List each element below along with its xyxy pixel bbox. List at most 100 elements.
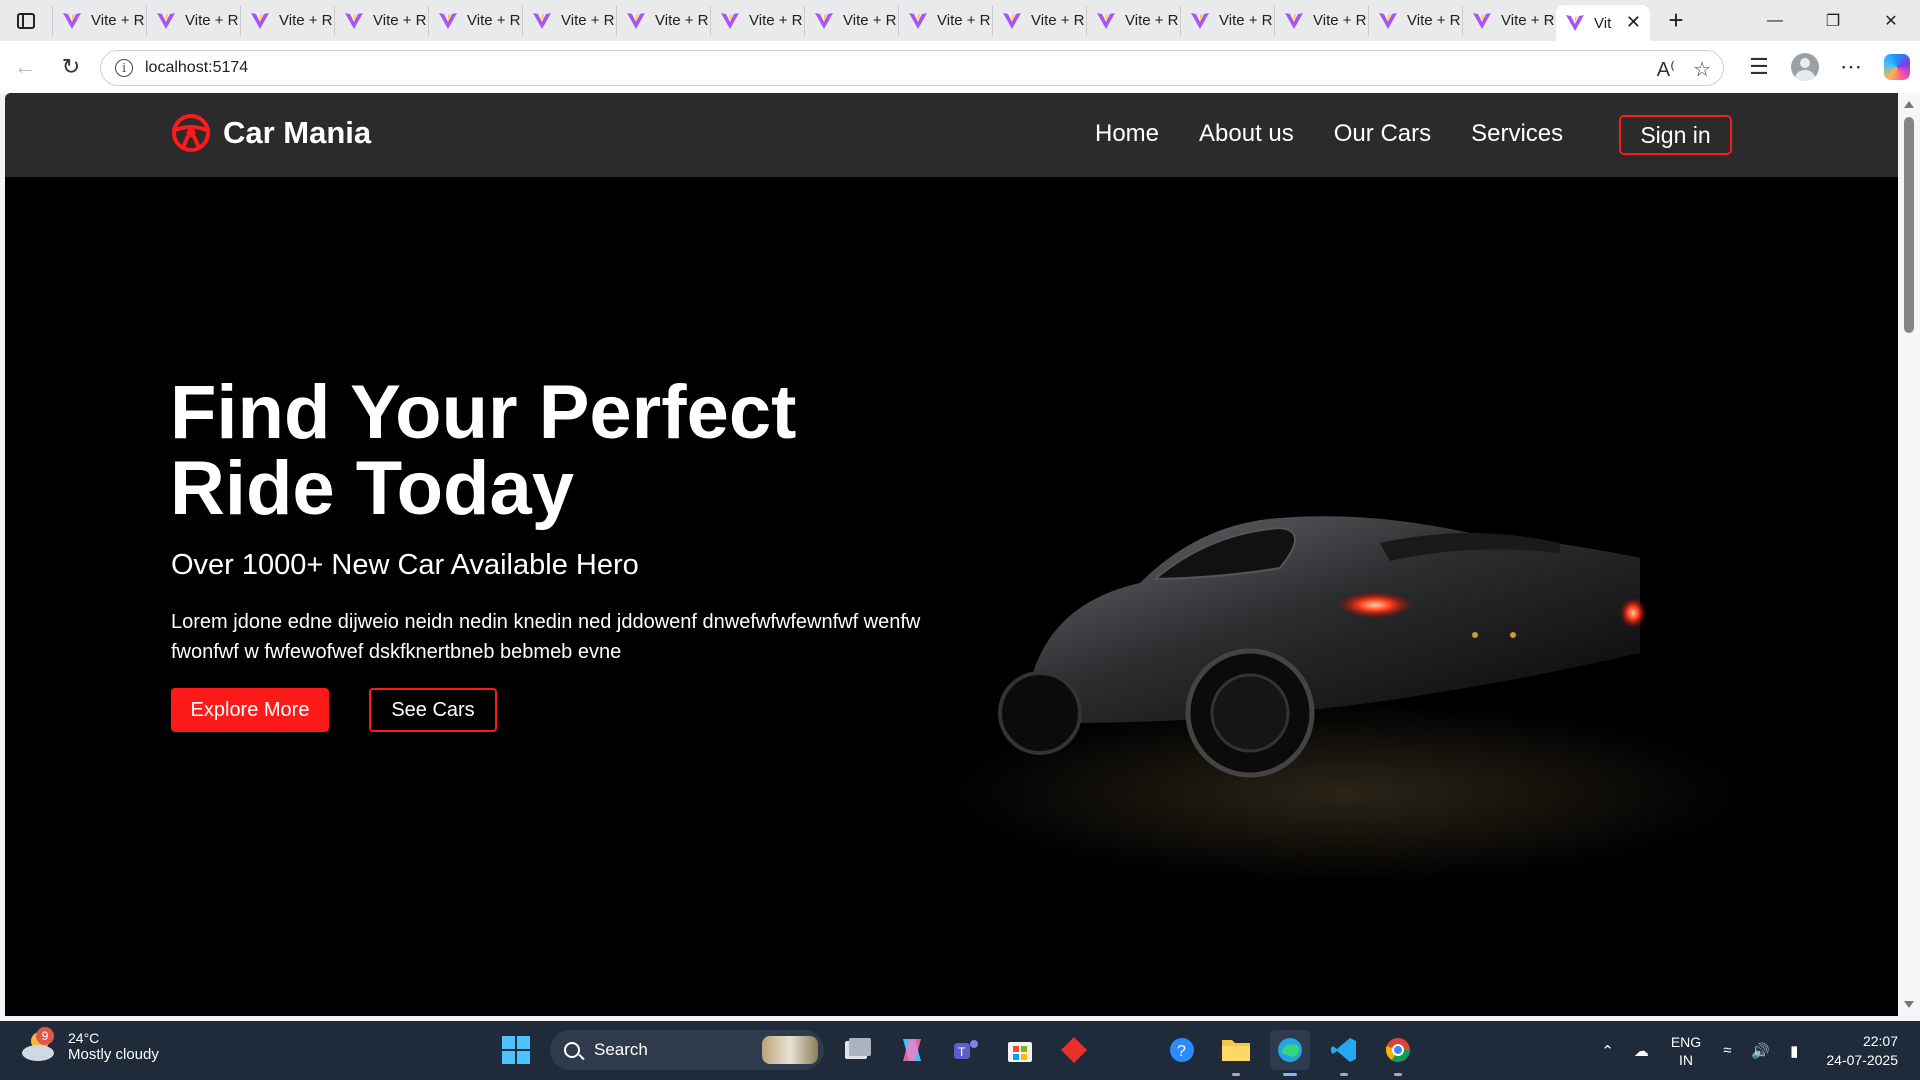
tab-title: Vite + R: [937, 12, 991, 29]
browser-tab[interactable]: Vite + R: [146, 5, 240, 36]
tab-title: Vite + R: [561, 12, 615, 29]
vscode-app[interactable]: [1324, 1030, 1364, 1076]
tab-actions-button[interactable]: [0, 0, 52, 41]
browser-tab[interactable]: Vite + R: [898, 5, 992, 36]
browser-tab[interactable]: Vite + R: [334, 5, 428, 36]
battery-icon[interactable]: ▮: [1790, 1042, 1798, 1060]
nav-link-our-cars[interactable]: Our Cars: [1334, 114, 1431, 154]
clock-time: 22:07: [1862, 1032, 1898, 1049]
clock-date: 24-07-2025: [1826, 1051, 1898, 1068]
site-info-icon[interactable]: i: [115, 59, 133, 77]
scrollbar-thumb[interactable]: [1904, 117, 1914, 333]
url-text[interactable]: localhost:5174: [145, 59, 248, 77]
help-app[interactable]: ?: [1162, 1030, 1202, 1070]
chrome-app[interactable]: [1378, 1030, 1418, 1076]
read-aloud-icon[interactable]: A⁽: [1657, 57, 1675, 82]
red-diamond-app[interactable]: [1054, 1030, 1094, 1070]
browser-tab[interactable]: Vite + R: [616, 5, 710, 36]
language-code: ENG: [1670, 1033, 1702, 1050]
browser-tab[interactable]: Vite + R: [52, 5, 146, 36]
explore-more-button[interactable]: Explore More: [171, 688, 329, 732]
browser-tab[interactable]: Vite + R: [710, 5, 804, 36]
vite-favicon-icon: [1379, 12, 1397, 29]
nav-link-services[interactable]: Services: [1471, 114, 1563, 154]
tab-title: Vite + R: [1407, 12, 1461, 29]
scroll-down-arrow-icon[interactable]: [1904, 1001, 1914, 1008]
region-code: IN: [1679, 1051, 1694, 1068]
start-button[interactable]: [496, 1030, 536, 1070]
page-scrollbar[interactable]: [1898, 93, 1920, 1016]
favorite-star-icon[interactable]: ☆: [1693, 57, 1711, 82]
taskbar-search[interactable]: Search: [550, 1030, 824, 1070]
brand[interactable]: Car Mania: [171, 113, 371, 153]
address-bar[interactable]: i localhost:5174 A⁽ ☆: [100, 50, 1724, 86]
hero-title: Find Your Perfect Ride Today: [170, 375, 930, 527]
browser-tab[interactable]: Vite + R: [522, 5, 616, 36]
tab-title: Vite + R: [91, 12, 145, 29]
tab-actions-icon: [17, 12, 35, 29]
file-explorer-app[interactable]: [1216, 1030, 1256, 1076]
clock[interactable]: 22:07 24-07-2025: [1826, 1032, 1898, 1070]
running-indicator-active: [1283, 1073, 1297, 1076]
tab-title: Vite + R: [655, 12, 709, 29]
weather-widget[interactable]: 9 24°C Mostly cloudy: [20, 1027, 159, 1063]
browser-tab[interactable]: Vite + R: [1274, 5, 1368, 36]
browser-tab[interactable]: Vite + R: [1462, 5, 1556, 36]
windows-logo-icon: [502, 1036, 530, 1064]
onedrive-icon[interactable]: ☁: [1634, 1042, 1649, 1060]
vite-favicon-icon: [1473, 12, 1491, 29]
browser-tab[interactable]: Vite + R: [428, 5, 522, 36]
store-icon: [1008, 1042, 1032, 1062]
minimize-button[interactable]: —: [1746, 0, 1804, 41]
vscode-icon: [1331, 1038, 1356, 1062]
close-window-button[interactable]: ✕: [1862, 0, 1920, 41]
favorites-icon[interactable]: ☰: [1736, 47, 1782, 87]
search-label: Search: [594, 1040, 648, 1059]
close-tab-icon[interactable]: ✕: [1626, 12, 1641, 33]
new-tab-button[interactable]: +: [1654, 0, 1698, 41]
svg-text:?: ?: [1177, 1043, 1186, 1060]
vite-favicon-icon: [439, 12, 457, 29]
chevron-up-icon[interactable]: ⌃: [1601, 1042, 1614, 1060]
running-indicator: [1340, 1073, 1348, 1076]
browser-tab[interactable]: Vite + R: [1368, 5, 1462, 36]
running-indicator: [1232, 1073, 1240, 1076]
tab-title: Vite + R: [1313, 12, 1367, 29]
temperature: 24°C: [68, 1029, 100, 1046]
tab-title: Vite + R: [467, 12, 521, 29]
edge-app[interactable]: [1270, 1030, 1310, 1076]
brand-name: Car Mania: [223, 115, 372, 150]
copilot-app[interactable]: [892, 1030, 932, 1070]
see-cars-button[interactable]: See Cars: [369, 688, 497, 732]
teams-app[interactable]: T: [946, 1030, 986, 1070]
back-button[interactable]: ←: [2, 47, 48, 87]
help-icon: ?: [1170, 1038, 1194, 1062]
scroll-up-arrow-icon[interactable]: [1904, 101, 1914, 108]
copilot-button[interactable]: [1874, 47, 1920, 87]
browser-tab[interactable]: Vite + R: [1086, 5, 1180, 36]
store-app[interactable]: [1000, 1030, 1040, 1070]
reload-button[interactable]: ↻: [48, 47, 94, 87]
nav-links: Home About us Our Cars Services: [1095, 114, 1563, 154]
tab-active[interactable]: Vit ✕: [1556, 5, 1650, 41]
volume-icon[interactable]: 🔊: [1751, 1042, 1770, 1060]
site-navbar: Car Mania Home About us Our Cars Service…: [5, 93, 1898, 177]
more-menu-icon[interactable]: ⋯: [1828, 47, 1874, 87]
browser-tab[interactable]: Vite + R: [240, 5, 334, 36]
profile-button[interactable]: [1782, 47, 1828, 87]
nav-link-about[interactable]: About us: [1199, 114, 1294, 154]
nav-link-home[interactable]: Home: [1095, 114, 1159, 154]
language-indicator[interactable]: ENG IN: [1671, 1033, 1701, 1069]
browser-tab[interactable]: Vite + R: [804, 5, 898, 36]
browser-tab[interactable]: Vite + R: [992, 5, 1086, 36]
wifi-icon[interactable]: ≈: [1723, 1042, 1731, 1059]
sign-in-button[interactable]: Sign in: [1619, 115, 1732, 155]
teams-icon: T: [954, 1040, 978, 1059]
vite-favicon-icon: [533, 12, 551, 29]
browser-tab[interactable]: Vite + R: [1180, 5, 1274, 36]
task-view-button[interactable]: [838, 1030, 878, 1070]
hero-title-line1: Find Your Perfect: [170, 370, 797, 455]
vite-favicon-icon: [1566, 15, 1584, 31]
restore-button[interactable]: ❐: [1804, 0, 1862, 41]
vite-favicon-icon: [721, 12, 739, 29]
